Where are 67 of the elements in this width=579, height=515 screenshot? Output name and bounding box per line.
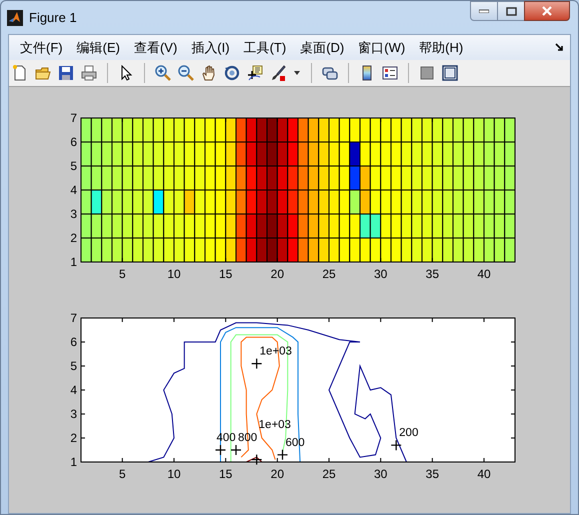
x-tick-label: 20 [270,267,284,281]
y-tick-label: 2 [70,431,77,445]
y-tick-label: 2 [70,231,77,245]
plus-marker [214,444,226,456]
close-icon [542,6,552,16]
menu-item[interactable]: 工具(T) [236,38,294,58]
menu-item[interactable]: 插入(I) [184,38,237,58]
y-tick-label: 1 [70,455,77,469]
x-tick-label: 25 [322,267,336,281]
y-tick-label: 5 [70,159,77,173]
app-logo-icon [7,10,23,26]
x-tick-label: 10 [167,467,181,481]
menu-item[interactable]: 文件(F) [13,38,70,58]
y-tick-label: 3 [70,407,77,421]
menu-item[interactable]: 桌面(D) [293,38,352,58]
square-icon[interactable] [419,65,435,81]
contour-label: 200 [399,427,418,440]
y-tick-label: 4 [70,383,77,397]
x-tick-label: 40 [477,467,491,481]
y-tick-label: 6 [70,135,77,149]
y-tick-label: 3 [70,207,77,221]
y-tick-label: 4 [70,183,77,197]
legend-icon[interactable] [382,65,398,81]
x-tick-label: 5 [119,467,126,481]
x-tick-label: 40 [477,267,491,281]
contour-label: 1e+03 [258,419,291,431]
menu-item[interactable]: 查看(V) [126,38,184,58]
y-tick-label: 5 [70,359,77,373]
menu-item[interactable]: 帮助(H) [412,38,470,58]
brush-icon[interactable] [270,65,286,81]
printer-icon[interactable] [81,65,97,81]
y-tick-label: 7 [70,311,77,325]
window-title: Figure 1 [29,8,77,27]
link-icon[interactable] [322,65,338,81]
menu-item[interactable]: 窗口(W) [351,38,412,58]
hand-icon[interactable] [201,65,217,81]
x-tick-label: 35 [426,467,440,481]
zoom-in-icon[interactable] [155,65,171,81]
zoom-out-icon[interactable] [178,65,194,81]
x-tick-label: 15 [218,467,232,481]
minimize-button[interactable] [470,1,498,21]
x-tick-label: 5 [119,267,126,281]
x-tick-label: 15 [218,267,232,281]
plus-marker [276,449,288,460]
plus-marker [230,444,242,456]
maximize-button[interactable] [498,1,524,21]
plus-marker [251,358,262,370]
plus-marker [390,440,402,451]
panel-icon[interactable] [442,65,458,81]
x-tick-label: 20 [270,467,284,481]
x-tick-label: 30 [374,467,388,481]
new-file-icon[interactable] [12,65,28,81]
minimize-icon [479,9,489,13]
data-cursor-icon[interactable] [247,65,263,81]
y-tick-label: 6 [70,335,77,349]
x-tick-label: 35 [426,267,440,281]
x-tick-label: 30 [374,267,388,281]
y-tick-label: 1 [70,255,77,269]
restore-icon [506,6,516,16]
dock-arrow-icon[interactable] [555,43,564,52]
close-button[interactable] [524,1,570,21]
plus-marker [251,454,262,466]
x-tick-label: 25 [322,467,336,481]
folder-icon[interactable] [35,65,51,81]
y-tick-label: 7 [70,111,77,125]
x-tick-label: 10 [167,267,181,281]
menu-item[interactable]: 编辑(E) [70,38,127,58]
